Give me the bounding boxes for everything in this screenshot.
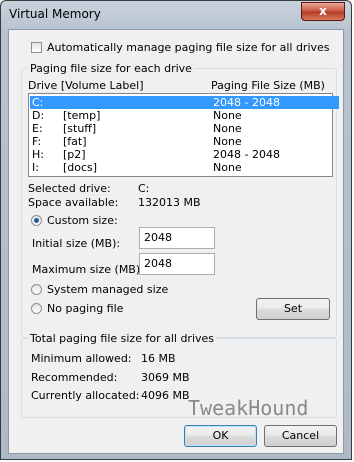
ok-button[interactable]: OK [184, 425, 257, 447]
no-paging-radio[interactable] [31, 303, 42, 314]
volume-label: [docs] [63, 161, 98, 174]
initial-size-input[interactable]: 2048 [139, 227, 215, 249]
total-paging-group-label: Total paging file size for all drives [28, 332, 217, 345]
paging-size: None [213, 135, 242, 148]
drive-letter: C: [32, 96, 44, 109]
recommended-label: Recommended: [31, 371, 118, 384]
paging-size: 2048 - 2048 [213, 96, 280, 109]
paging-size: None [213, 109, 242, 122]
set-button[interactable]: Set [256, 298, 330, 320]
close-button[interactable]: x [301, 2, 345, 21]
space-available-value: 132013 MB [138, 196, 201, 209]
dialog-body: Automatically manage paging file size fo… [8, 29, 344, 454]
maximum-size-input[interactable]: 2048 [139, 253, 215, 275]
paging-size: None [213, 161, 242, 174]
drive-letter: E: [32, 122, 43, 135]
volume-label: [stuff] [63, 122, 97, 135]
drive-list[interactable]: C: 2048 - 2048 D: [temp] None E: [stuff]… [28, 93, 339, 177]
tweakhound-watermark: TweakHound [188, 396, 309, 420]
drive-row-f[interactable]: F: [fat] None [30, 135, 339, 148]
custom-size-radio[interactable] [31, 215, 42, 226]
paging-file-group-label: Paging file size for each drive [28, 62, 194, 75]
minimum-allowed-value: 16 MB [141, 352, 176, 365]
drive-row-c[interactable]: C: 2048 - 2048 [30, 96, 339, 109]
window-title: Virtual Memory [9, 7, 101, 21]
maximum-size-label: Maximum size (MB): [32, 263, 144, 276]
drive-letter: H: [32, 148, 44, 161]
currently-allocated-value: 4096 MB [141, 389, 190, 402]
no-paging-label[interactable]: No paging file [47, 302, 123, 315]
drive-row-i[interactable]: I: [docs] None [30, 161, 339, 174]
virtual-memory-window: Virtual Memory x Automatically manage pa… [0, 0, 352, 460]
auto-manage-checkbox[interactable] [31, 42, 42, 53]
drive-letter: D: [32, 109, 45, 122]
paging-size: None [213, 122, 242, 135]
volume-label: [temp] [63, 109, 101, 122]
drive-letter: I: [32, 161, 39, 174]
recommended-value: 3069 MB [141, 371, 190, 384]
drive-column-header: Drive [Volume Label] [28, 79, 144, 92]
drive-row-e[interactable]: E: [stuff] None [30, 122, 339, 135]
custom-size-label[interactable]: Custom size: [47, 214, 118, 227]
paging-size: 2048 - 2048 [213, 148, 280, 161]
selected-drive-label: Selected drive: [28, 182, 111, 195]
system-managed-label[interactable]: System managed size [47, 283, 168, 296]
size-column-header: Paging File Size (MB) [211, 79, 325, 92]
currently-allocated-label: Currently allocated: [31, 389, 140, 402]
volume-label: [fat] [63, 135, 87, 148]
minimum-allowed-label: Minimum allowed: [31, 352, 132, 365]
initial-size-label: Initial size (MB): [32, 237, 121, 250]
system-managed-radio[interactable] [31, 284, 42, 295]
auto-manage-label[interactable]: Automatically manage paging file size fo… [47, 41, 330, 54]
volume-label: [p2] [63, 148, 86, 161]
cancel-button[interactable]: Cancel [264, 425, 337, 447]
space-available-label: Space available: [28, 196, 119, 209]
title-bar[interactable]: Virtual Memory x [1, 1, 351, 27]
drive-row-d[interactable]: D: [temp] None [30, 109, 339, 122]
drive-letter: F: [32, 135, 42, 148]
drive-row-h[interactable]: H: [p2] 2048 - 2048 [30, 148, 339, 161]
selected-drive-value: C: [138, 182, 150, 195]
